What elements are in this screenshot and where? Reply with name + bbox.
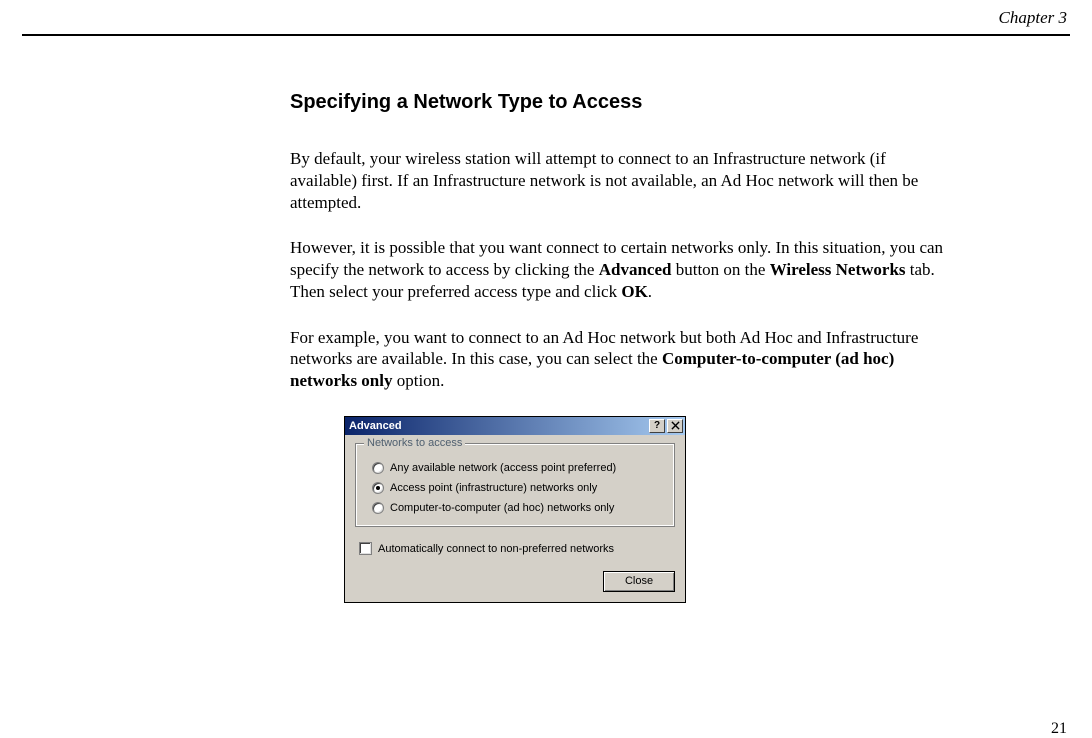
networks-to-access-group: Networks to access Any available network… (355, 443, 675, 527)
dialog-body: Networks to access Any available network… (345, 435, 685, 602)
radio-label-infrastructure: Access point (infrastructure) networks o… (390, 482, 597, 494)
dialog-title: Advanced (347, 420, 647, 432)
auto-connect-checkbox-row[interactable]: Automatically connect to non-preferred n… (355, 539, 675, 559)
radio-icon-adhoc (372, 502, 384, 514)
content: Specifying a Network Type to Access By d… (290, 36, 952, 603)
p2-text-g: . (648, 282, 652, 301)
checkbox-icon (359, 542, 372, 555)
close-window-button[interactable] (667, 419, 683, 433)
section-heading: Specifying a Network Type to Access (290, 91, 952, 114)
p3-text-c: option. (392, 371, 444, 390)
radio-option-any[interactable]: Any available network (access point pref… (364, 458, 666, 478)
dialog-button-row: Close (355, 571, 675, 592)
radio-option-adhoc[interactable]: Computer-to-computer (ad hoc) networks o… (364, 498, 666, 518)
advanced-dialog: Advanced ? Networks to access Any availa… (344, 416, 686, 603)
radio-label-any: Any available network (access point pref… (390, 462, 616, 474)
p2-bold-advanced: Advanced (599, 260, 672, 279)
close-button[interactable]: Close (603, 571, 675, 592)
p2-bold-wireless-networks: Wireless Networks (770, 260, 906, 279)
page: Chapter 3 Specifying a Network Type to A… (0, 0, 1092, 738)
paragraph-2: However, it is possible that you want co… (290, 237, 952, 302)
radio-label-adhoc: Computer-to-computer (ad hoc) networks o… (390, 502, 614, 514)
paragraph-3: For example, you want to connect to an A… (290, 327, 952, 392)
close-icon (671, 421, 680, 430)
p2-bold-ok: OK (621, 282, 647, 301)
p2-text-c: button on the (671, 260, 769, 279)
radio-icon-any (372, 462, 384, 474)
dialog-titlebar: Advanced ? (345, 417, 685, 435)
help-button[interactable]: ? (649, 419, 665, 433)
radio-icon-infrastructure (372, 482, 384, 494)
chapter-header: Chapter 3 (0, 8, 1092, 34)
help-icon: ? (654, 421, 660, 430)
radio-option-infrastructure[interactable]: Access point (infrastructure) networks o… (364, 478, 666, 498)
auto-connect-label: Automatically connect to non-preferred n… (378, 543, 614, 555)
group-legend: Networks to access (364, 437, 465, 449)
page-number: 21 (1051, 720, 1067, 738)
paragraph-1: By default, your wireless station will a… (290, 148, 952, 213)
